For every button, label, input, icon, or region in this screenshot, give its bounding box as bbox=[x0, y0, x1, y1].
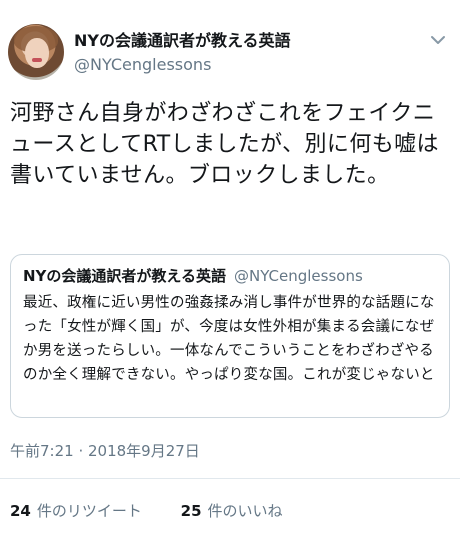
avatar-lips bbox=[32, 58, 42, 62]
avatar[interactable] bbox=[8, 24, 64, 80]
quoted-tweet-text: 最近、政権に近い男性の強姦揉み消し事件が世界的な話題になった「女性が輝く国」が、… bbox=[23, 295, 435, 383]
retweets-count: 24 bbox=[10, 502, 31, 520]
likes-label: 件のいいね bbox=[207, 502, 283, 520]
quoted-tweet-header: NYの会議通訳者が教える英語 @NYCenglessons bbox=[23, 265, 437, 287]
tweet-stats: 24 件のリツイート 25 件のいいね bbox=[10, 500, 317, 522]
author-handle[interactable]: @NYCenglessons bbox=[74, 54, 291, 76]
tweet-card: NYの会議通訳者が教える英語 @NYCenglessons 河野さん自身がわざわ… bbox=[0, 0, 460, 545]
retweets-label: 件のリツイート bbox=[36, 502, 142, 520]
likes-count: 25 bbox=[180, 502, 202, 520]
divider bbox=[0, 478, 460, 479]
tweet-timestamp[interactable]: 午前7:21 · 2018年9月27日 bbox=[10, 440, 200, 462]
quoted-display-name: NYの会議通訳者が教える英語 bbox=[23, 267, 226, 285]
retweets-stat[interactable]: 24 件のリツイート bbox=[10, 500, 142, 522]
tweet-header: NYの会議通訳者が教える英語 @NYCenglessons bbox=[8, 24, 452, 80]
tweet-text: 河野さん自身がわざわざこれをフェイクニュースとしてRTしましたが、別に何も嘘は書… bbox=[10, 101, 439, 188]
chevron-down-icon[interactable] bbox=[428, 30, 448, 50]
author-names[interactable]: NYの会議通訳者が教える英語 @NYCenglessons bbox=[74, 30, 291, 76]
avatar-face bbox=[25, 38, 49, 68]
quoted-tweet[interactable]: NYの会議通訳者が教える英語 @NYCenglessons 最近、政権に近い男性の… bbox=[10, 254, 450, 418]
likes-stat[interactable]: 25 件のいいね bbox=[181, 500, 283, 522]
quoted-handle: @NYCenglessons bbox=[233, 267, 363, 285]
author-display-name[interactable]: NYの会議通訳者が教える英語 bbox=[74, 30, 291, 52]
